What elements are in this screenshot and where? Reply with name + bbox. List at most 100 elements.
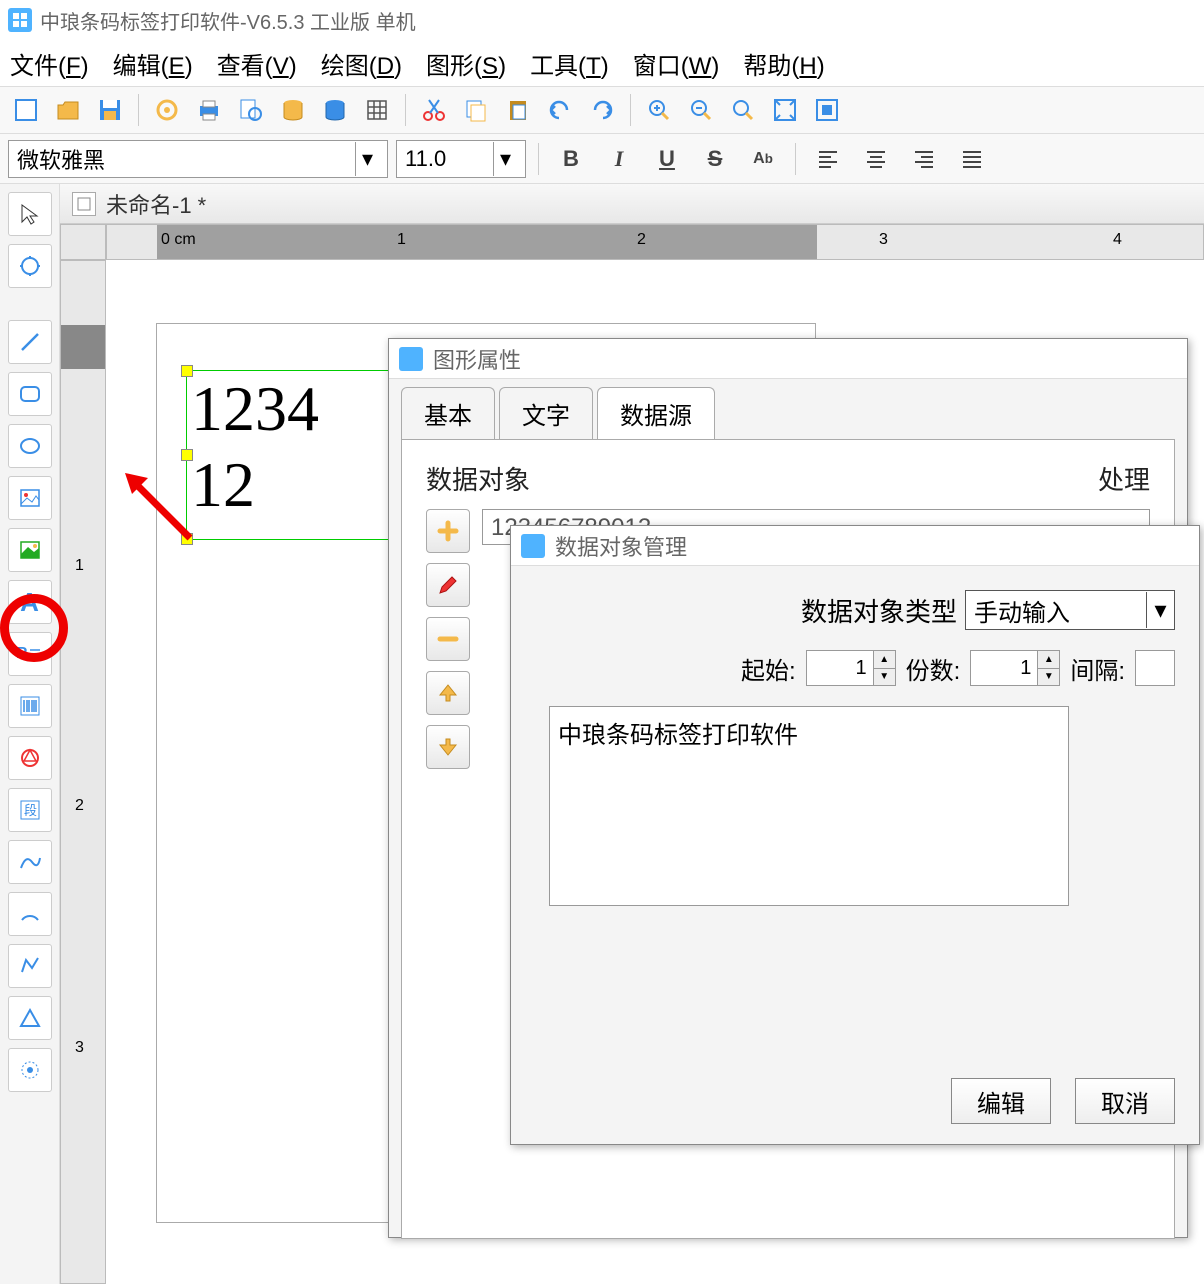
tab-basic[interactable]: 基本 <box>401 387 495 439</box>
menu-view[interactable]: 查看(V) <box>217 46 297 81</box>
fit-button[interactable] <box>767 92 803 128</box>
polygon-tool[interactable] <box>8 1048 52 1092</box>
curve-tool[interactable] <box>8 840 52 884</box>
document-tab-name: 未命名-1 * <box>106 188 206 220</box>
paste-button[interactable] <box>500 92 536 128</box>
bold-button[interactable]: B <box>551 141 591 177</box>
open-button[interactable] <box>50 92 86 128</box>
database-button[interactable] <box>275 92 311 128</box>
spin-up-icon[interactable]: ▲ <box>874 651 895 669</box>
app-icon <box>399 347 423 371</box>
arc-tool[interactable] <box>8 892 52 936</box>
type-label: 数据对象类型 <box>801 592 957 629</box>
italic-button[interactable]: I <box>599 141 639 177</box>
spin-down-icon[interactable]: ▼ <box>874 669 895 686</box>
ruler-mark: 1 <box>75 557 84 575</box>
text-tool[interactable]: A <box>8 580 52 624</box>
redo-button[interactable] <box>584 92 620 128</box>
align-left-button[interactable] <box>808 141 848 177</box>
rounded-rect-tool[interactable] <box>8 372 52 416</box>
type-value: 手动输入 <box>974 593 1070 628</box>
align-justify-button[interactable] <box>952 141 992 177</box>
picture-tool[interactable] <box>8 528 52 572</box>
size-select[interactable]: 11.0 ▾ <box>396 140 526 178</box>
print-button[interactable] <box>191 92 227 128</box>
type-select[interactable]: 手动输入 ▾ <box>965 590 1175 630</box>
preview-button[interactable] <box>233 92 269 128</box>
settings-button[interactable] <box>149 92 185 128</box>
edit-button[interactable] <box>426 563 470 607</box>
start-input[interactable] <box>807 651 873 685</box>
interval-input[interactable] <box>1136 651 1174 685</box>
count-spinner[interactable]: ▲▼ <box>970 650 1060 686</box>
zoom-reset-button[interactable] <box>725 92 761 128</box>
tab-text[interactable]: 文字 <box>499 387 593 439</box>
dialog-tabs: 基本 文字 数据源 <box>389 379 1187 439</box>
grid-button[interactable] <box>359 92 395 128</box>
zoom-out-button[interactable] <box>683 92 719 128</box>
menu-help[interactable]: 帮助(H) <box>743 46 824 81</box>
tab-datasource[interactable]: 数据源 <box>597 387 715 439</box>
ruler-mark: 2 <box>75 797 84 815</box>
dialog-title: 数据对象管理 <box>555 530 687 562</box>
underline-button[interactable]: U <box>647 141 687 177</box>
pointer-tool[interactable] <box>8 192 52 236</box>
section-process-label: 处理 <box>1098 460 1150 497</box>
align-right-button[interactable] <box>904 141 944 177</box>
new-button[interactable] <box>8 92 44 128</box>
data-buttons <box>426 509 470 769</box>
start-spinner[interactable]: ▲▼ <box>806 650 896 686</box>
dropdown-icon: ▾ <box>1146 592 1174 628</box>
font-select[interactable]: 微软雅黑 ▾ <box>8 140 388 178</box>
count-input[interactable] <box>971 651 1037 685</box>
ellipse-tool[interactable] <box>8 424 52 468</box>
richtext-tool[interactable]: R <box>8 632 52 676</box>
font-size: 11.0 <box>405 146 446 172</box>
polyline-tool[interactable] <box>8 944 52 988</box>
variable-tool[interactable]: 段 <box>8 788 52 832</box>
strike-button[interactable]: S <box>695 141 735 177</box>
dialog-titlebar[interactable]: 数据对象管理 <box>511 526 1199 566</box>
image-tool[interactable] <box>8 476 52 520</box>
edit-button[interactable]: 编辑 <box>951 1078 1051 1124</box>
menu-window[interactable]: 窗口(W) <box>633 46 720 81</box>
interval-spinner[interactable] <box>1135 650 1175 686</box>
undo-button[interactable] <box>542 92 578 128</box>
copy-button[interactable] <box>458 92 494 128</box>
document-icon <box>72 192 96 216</box>
spin-down-icon[interactable]: ▼ <box>1038 669 1059 686</box>
fullscreen-button[interactable] <box>809 92 845 128</box>
pan-tool[interactable] <box>8 244 52 288</box>
remove-button[interactable] <box>426 617 470 661</box>
menu-edit[interactable]: 编辑(E) <box>113 46 193 81</box>
zoom-in-button[interactable] <box>641 92 677 128</box>
menu-file[interactable]: 文件(F) <box>10 46 89 81</box>
ruler-mark: 3 <box>879 231 888 249</box>
toolbar <box>0 86 1204 134</box>
cut-button[interactable] <box>416 92 452 128</box>
formatbar: 微软雅黑 ▾ 11.0 ▾ B I U S Ab <box>0 134 1204 184</box>
barcode-tool[interactable] <box>8 684 52 728</box>
cancel-button[interactable]: 取消 <box>1075 1078 1175 1124</box>
font-name: 微软雅黑 <box>17 143 105 175</box>
ruler-mark: 1 <box>397 231 406 249</box>
triangle-tool[interactable] <box>8 996 52 1040</box>
menu-draw[interactable]: 绘图(D) <box>321 46 402 81</box>
move-down-button[interactable] <box>426 725 470 769</box>
document-tab[interactable]: 未命名-1 * <box>60 184 1204 224</box>
spin-up-icon[interactable]: ▲ <box>1038 651 1059 669</box>
align-center-button[interactable] <box>856 141 896 177</box>
dialog-titlebar[interactable]: 图形属性 <box>389 339 1187 379</box>
menu-tools[interactable]: 工具(T) <box>530 46 609 81</box>
save-button[interactable] <box>92 92 128 128</box>
content-textarea[interactable] <box>549 706 1069 906</box>
add-button[interactable] <box>426 509 470 553</box>
menu-shape[interactable]: 图形(S) <box>426 46 506 81</box>
app-icon <box>521 534 545 558</box>
database-link-button[interactable] <box>317 92 353 128</box>
menubar: 文件(F) 编辑(E) 查看(V) 绘图(D) 图形(S) 工具(T) 窗口(W… <box>0 40 1204 86</box>
qrcode-tool[interactable] <box>8 736 52 780</box>
move-up-button[interactable] <box>426 671 470 715</box>
superscript-button[interactable]: Ab <box>743 141 783 177</box>
line-tool[interactable] <box>8 320 52 364</box>
